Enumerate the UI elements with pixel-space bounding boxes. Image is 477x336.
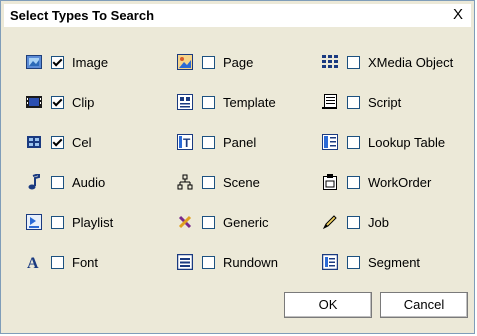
type-label-image: Image: [72, 54, 109, 70]
type-checkbox-template[interactable]: [202, 95, 215, 109]
type-item-workorder[interactable]: WorkOrder: [321, 172, 431, 192]
type-label-clip: Clip: [72, 94, 95, 110]
type-label-workorder: WorkOrder: [368, 174, 432, 190]
select-types-dialog: Select Types To Search X Image Clip Cel: [0, 0, 475, 334]
type-checkbox-audio[interactable]: [51, 175, 64, 189]
type-label-script: Script: [368, 94, 402, 110]
type-item-job[interactable]: Job: [321, 212, 389, 232]
svg-text:T: T: [183, 136, 191, 150]
type-label-lookup-table: Lookup Table: [368, 134, 446, 150]
type-label-xmedia-object: XMedia Object: [368, 54, 454, 70]
scene-icon: [176, 173, 194, 191]
type-checkbox-lookup-table[interactable]: [347, 135, 360, 149]
type-checkbox-playlist[interactable]: [51, 215, 64, 229]
type-item-font[interactable]: A Font: [25, 252, 98, 272]
type-checkbox-page[interactable]: [202, 55, 215, 69]
segment-icon: [321, 253, 339, 271]
type-item-audio[interactable]: Audio: [25, 172, 105, 192]
image-icon: [25, 53, 43, 71]
type-item-template[interactable]: Template: [176, 92, 276, 112]
type-label-job: Job: [368, 214, 389, 230]
xmedia-object-icon: [321, 53, 339, 71]
type-item-scene[interactable]: Scene: [176, 172, 260, 192]
type-label-audio: Audio: [72, 174, 106, 190]
type-checkbox-script[interactable]: [347, 95, 360, 109]
audio-icon: [25, 173, 43, 191]
panel-icon: T: [176, 133, 194, 151]
type-checkbox-rundown[interactable]: [202, 255, 215, 269]
type-checkbox-cel[interactable]: [51, 135, 64, 149]
ok-button[interactable]: OK: [284, 292, 372, 318]
type-checkbox-font[interactable]: [51, 255, 64, 269]
rundown-icon: [176, 253, 194, 271]
page-icon: [176, 53, 194, 71]
type-label-scene: Scene: [223, 174, 260, 190]
cancel-button[interactable]: Cancel: [380, 292, 468, 318]
type-label-template: Template: [223, 94, 276, 110]
type-item-image[interactable]: Image: [25, 52, 108, 72]
type-label-panel: Panel: [223, 134, 257, 150]
type-label-page: Page: [223, 54, 254, 70]
type-label-playlist: Playlist: [72, 214, 114, 230]
type-label-generic: Generic: [223, 214, 269, 230]
type-item-generic[interactable]: Generic: [176, 212, 269, 232]
type-checkbox-generic[interactable]: [202, 215, 215, 229]
svg-text:A: A: [27, 255, 39, 270]
type-label-cel: Cel: [72, 134, 92, 150]
type-checkbox-scene[interactable]: [202, 175, 215, 189]
type-checkbox-segment[interactable]: [347, 255, 360, 269]
type-item-xmedia-object[interactable]: XMedia Object: [321, 52, 453, 72]
lookup-table-icon: [321, 133, 339, 151]
type-checkbox-panel[interactable]: [202, 135, 215, 149]
title-bar: Select Types To Search X: [4, 4, 471, 27]
type-item-rundown[interactable]: Rundown: [176, 252, 278, 272]
playlist-icon: [25, 213, 43, 231]
cel-icon: [25, 133, 43, 151]
generic-icon: [176, 213, 194, 231]
close-button[interactable]: X: [449, 6, 467, 24]
dialog-title: Select Types To Search: [10, 8, 155, 23]
type-item-clip[interactable]: Clip: [25, 92, 94, 112]
font-icon: A: [25, 253, 43, 271]
type-checkbox-job[interactable]: [347, 215, 360, 229]
type-item-lookup-table[interactable]: Lookup Table: [321, 132, 445, 152]
type-checkbox-image[interactable]: [51, 55, 64, 69]
type-checkbox-clip[interactable]: [51, 95, 64, 109]
type-item-page[interactable]: Page: [176, 52, 253, 72]
job-icon: [321, 213, 339, 231]
type-checkbox-workorder[interactable]: [347, 175, 360, 189]
type-item-cel[interactable]: Cel: [25, 132, 92, 152]
type-item-playlist[interactable]: Playlist: [25, 212, 113, 232]
type-item-segment[interactable]: Segment: [321, 252, 420, 272]
type-item-panel[interactable]: T Panel: [176, 132, 256, 152]
type-checkbox-xmedia-object[interactable]: [347, 55, 360, 69]
clip-icon: [25, 93, 43, 111]
type-label-rundown: Rundown: [223, 254, 278, 270]
workorder-icon: [321, 173, 339, 191]
type-label-segment: Segment: [368, 254, 421, 270]
type-item-script[interactable]: Script: [321, 92, 401, 112]
template-icon: [176, 93, 194, 111]
script-icon: [321, 93, 339, 111]
type-label-font: Font: [72, 254, 99, 270]
